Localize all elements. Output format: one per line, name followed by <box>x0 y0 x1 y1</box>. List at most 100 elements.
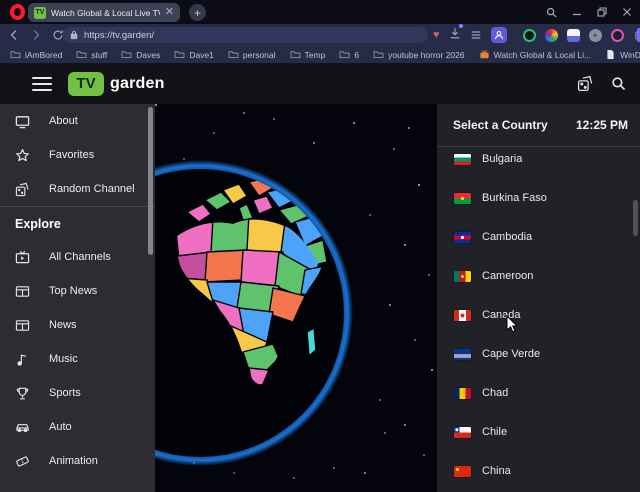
bookmark-label: WinDV <box>620 50 640 60</box>
sidebar-item-random-channel[interactable]: Random Channel <box>0 172 155 206</box>
sidebar-item-label: Random Channel <box>49 183 135 195</box>
downloads-button[interactable] <box>449 26 461 44</box>
profile-button[interactable] <box>491 27 507 43</box>
sidebar-item-auto[interactable]: Auto <box>0 410 155 444</box>
close-icon[interactable] <box>622 7 632 17</box>
sidebar-item-top-news[interactable]: Top News <box>0 274 155 308</box>
bookmark-item[interactable]: 6 <box>339 49 359 60</box>
back-button[interactable] <box>8 24 20 46</box>
sidebar-item-icon <box>15 352 30 367</box>
app-sidebar: About Favorites Random Channel Explore A… <box>0 104 155 492</box>
country-panel-header: Select a Country 12:25 PM <box>437 104 640 147</box>
bookmark-icon <box>290 49 301 60</box>
bookmark-label: youtube horror 2026 <box>388 50 465 60</box>
country-item-burkina-faso[interactable]: Burkina Faso <box>437 190 640 229</box>
opera-logo-icon[interactable] <box>10 4 25 20</box>
country-item-canada[interactable]: Canada <box>437 307 640 346</box>
bookmark-item[interactable]: Dave1 <box>174 49 214 60</box>
mouse-cursor <box>505 315 519 335</box>
reading-list-icon[interactable] <box>470 29 482 41</box>
tab-close-icon[interactable]: ✕ <box>165 7 174 18</box>
heart-icon[interactable]: ♥ <box>433 30 440 41</box>
country-item-cape-verde[interactable]: Cape Verde <box>437 346 640 385</box>
country-flag-icon <box>454 193 471 204</box>
sidebar-item-label: News <box>49 319 77 331</box>
bookmark-item[interactable]: Daves <box>121 49 160 60</box>
sidebar-item-all-channels[interactable]: All Channels <box>0 240 155 274</box>
tv-garden-logo[interactable]: TV garden <box>68 72 165 96</box>
extension-card-icon[interactable] <box>567 29 580 42</box>
bookmark-item[interactable]: Temp <box>290 49 326 60</box>
country-list-scrollbar[interactable] <box>633 200 638 236</box>
logo-tv-badge: TV <box>68 72 104 96</box>
bookmark-icon <box>373 49 384 60</box>
country-item-china[interactable]: China <box>437 463 640 492</box>
tab-search-icon[interactable] <box>546 7 557 18</box>
new-tab-button[interactable]: + <box>189 4 206 21</box>
sidebar-item-label: All Channels <box>49 251 111 263</box>
browser-toolbar: https://tv.garden/ ♥ + <box>0 24 640 46</box>
bookmark-item[interactable]: WinDV <box>605 49 640 60</box>
bookmark-item[interactable]: stuff <box>76 49 107 60</box>
bookmark-label: Watch Global & Local Li... <box>494 50 591 60</box>
tv-garden-favicon-icon: TV <box>34 7 46 19</box>
bookmark-icon <box>174 49 185 60</box>
country-name: Cape Verde <box>482 348 540 361</box>
extension-grey-icon[interactable]: + <box>589 29 602 42</box>
forward-button[interactable] <box>30 24 42 46</box>
sidebar-item-icon <box>15 386 30 401</box>
sidebar-scrollbar[interactable] <box>148 107 153 255</box>
country-flag-icon <box>454 310 471 321</box>
bookmark-icon <box>479 49 490 60</box>
country-name: Cambodia <box>482 231 532 244</box>
bookmark-icon <box>121 49 132 60</box>
country-panel: Select a Country 12:25 PM Bulgaria Burki… <box>437 104 640 492</box>
restore-icon[interactable] <box>597 7 607 17</box>
sidebar-item-label: Auto <box>49 421 72 433</box>
sidebar-item-about[interactable]: About <box>0 104 155 138</box>
random-dice-icon[interactable] <box>577 75 594 92</box>
download-icon <box>449 27 461 39</box>
active-tab[interactable]: TV Watch Global & Local Live TV ✕ <box>28 3 180 22</box>
minimize-icon[interactable] <box>572 7 582 17</box>
sidebar-item-label: About <box>49 115 78 127</box>
person-icon <box>494 30 504 40</box>
bookmark-label: personal <box>243 50 276 60</box>
sidebar-item-icon <box>15 284 30 299</box>
bookmark-item[interactable]: youtube horror 2026 <box>373 49 465 60</box>
sidebar-item-sports[interactable]: Sports <box>0 376 155 410</box>
bookmark-icon <box>10 49 21 60</box>
country-item-chile[interactable]: Chile <box>437 424 640 463</box>
country-item-cambodia[interactable]: Cambodia <box>437 229 640 268</box>
extension-ring-icon[interactable] <box>611 29 624 42</box>
bookmark-label: iAmBored <box>25 50 62 60</box>
globe-viewport[interactable] <box>155 104 437 492</box>
sidebar-item-animation[interactable]: Animation <box>0 444 155 478</box>
extensions-row: + <box>523 29 640 42</box>
sidebar-item-icon <box>15 250 30 265</box>
country-item-chad[interactable]: Chad <box>437 385 640 424</box>
country-flag-icon <box>454 349 471 360</box>
country-flag-icon <box>454 232 471 243</box>
extension-colorwheel-icon[interactable] <box>545 29 558 42</box>
country-name: Cameroon <box>482 270 533 283</box>
sidebar-item-favorites[interactable]: Favorites <box>0 138 155 172</box>
toolbar-actions: ♥ + <box>433 24 640 46</box>
search-icon[interactable] <box>611 76 626 91</box>
sidebar-item-music[interactable]: Music <box>0 342 155 376</box>
earth-globe[interactable] <box>155 104 437 492</box>
window-controls <box>546 0 632 24</box>
lock-icon <box>70 30 78 40</box>
sidebar-item-news[interactable]: News <box>0 308 155 342</box>
country-item-cameroon[interactable]: Cameroon <box>437 268 640 307</box>
sidebar-item-icon <box>15 114 30 129</box>
bookmark-item[interactable]: personal <box>228 49 276 60</box>
country-flag-icon <box>454 427 471 438</box>
bookmark-item[interactable]: Watch Global & Local Li... <box>479 49 591 60</box>
country-item-bulgaria[interactable]: Bulgaria <box>437 151 640 190</box>
extension-grammarly-icon[interactable] <box>523 29 536 42</box>
address-bar[interactable]: https://tv.garden/ <box>62 27 428 43</box>
logo-garden-text: garden <box>110 75 165 93</box>
bookmark-item[interactable]: iAmBored <box>10 49 62 60</box>
hamburger-menu-icon[interactable] <box>32 77 52 91</box>
